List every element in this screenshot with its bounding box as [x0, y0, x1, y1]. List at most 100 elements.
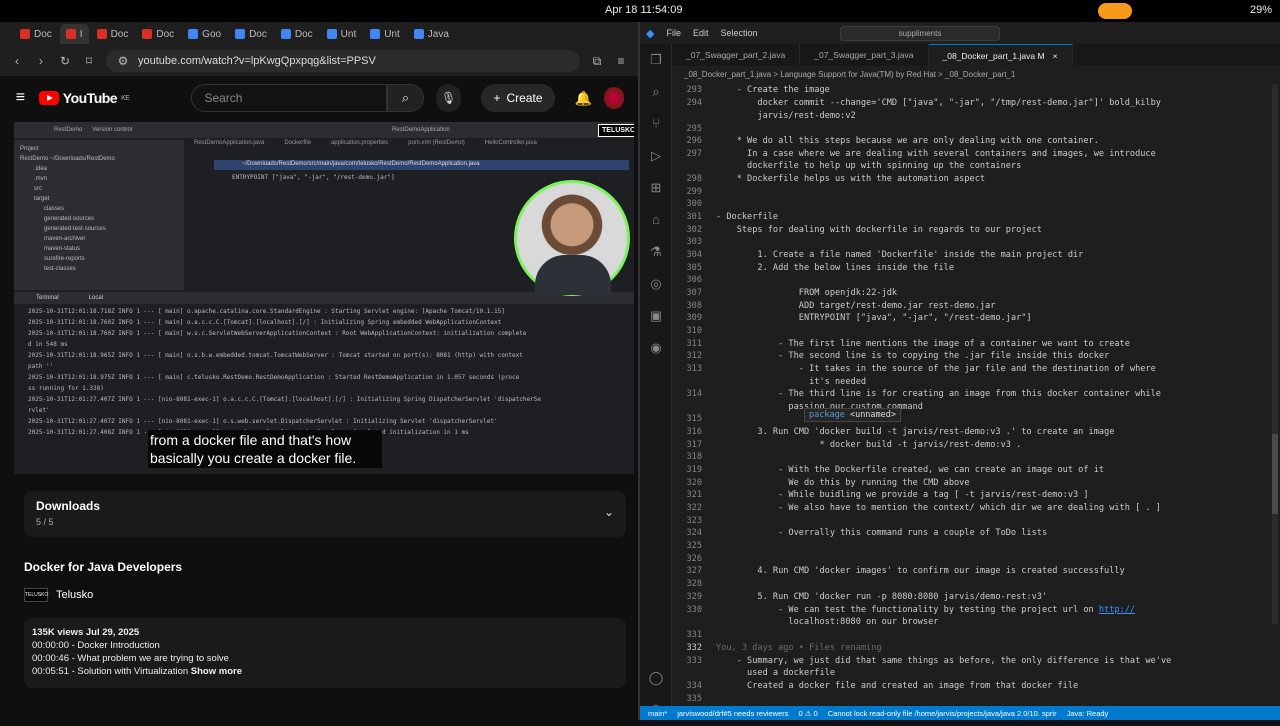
video-description[interactable]: 135K views Jul 29, 2025 00:00:00 - Docke… [24, 618, 626, 688]
status-item[interactable]: 0 ⚠ 0 [799, 709, 818, 718]
code-line[interactable]: 313 - It takes in the source of the jar … [672, 363, 1272, 375]
browser-tab[interactable]: Unt [321, 24, 363, 44]
code-line[interactable]: 293 - Create the image [672, 84, 1272, 96]
code-line[interactable]: 299 [672, 186, 1272, 198]
address-bar[interactable]: ⚙ youtube.com/watch?v=lpKwgQpxpqg&list=P… [106, 50, 580, 72]
menu-file[interactable]: File [666, 28, 681, 38]
code-line[interactable]: 298 * Dockerfile helps us with the autom… [672, 173, 1272, 185]
code-line[interactable]: 306 [672, 274, 1272, 286]
code-line[interactable]: 308 ADD target/rest-demo.jar rest-demo.j… [672, 300, 1272, 312]
forward-icon[interactable]: › [34, 54, 48, 68]
close-icon[interactable]: × [1053, 51, 1058, 61]
create-button[interactable]: + Create [481, 84, 555, 112]
browser-tab[interactable]: Doc [275, 24, 319, 44]
code-line[interactable]: 309 ENTRYPOINT ["java", "-jar", "/rest-d… [672, 312, 1272, 324]
copilot-icon[interactable]: ◉ [640, 332, 672, 364]
status-item[interactable]: jarviswood/drf#5 needs reviewers [677, 709, 788, 718]
code-line[interactable]: 317 * docker build -t jarvis/rest-demo:v… [672, 439, 1272, 451]
docker-icon[interactable]: ▣ [640, 300, 672, 332]
code-line[interactable]: dockerfile to help up with spinning up t… [672, 160, 1272, 172]
command-center-search[interactable]: suppliments [840, 26, 1000, 41]
mic-icon[interactable]: 🎙 [435, 84, 462, 112]
site-info-icon[interactable]: ⚙ [116, 54, 130, 68]
video-player[interactable]: RestDemo Version control RestDemoApplica… [14, 122, 634, 474]
code-line[interactable]: 304 1. Create a file named 'Dockerfile' … [672, 249, 1272, 261]
downloads-panel[interactable]: Downloads 5 / 5 ⌄ [24, 491, 626, 537]
chevron-down-icon[interactable]: ⌄ [604, 505, 614, 519]
url-text[interactable]: youtube.com/watch?v=lpKwgQpxpqg&list=PPS… [138, 55, 376, 67]
browser-tab[interactable]: Doc [14, 24, 58, 44]
browser-tab[interactable]: I [59, 24, 89, 44]
bell-icon[interactable]: 🔔 [575, 90, 592, 107]
chapter-item[interactable]: 00:00:46 - What problem we are trying to… [32, 652, 618, 665]
code-line[interactable]: 300 [672, 198, 1272, 210]
testing-icon[interactable]: ⚗ [640, 236, 672, 268]
remote-icon[interactable]: ⌂ [640, 204, 672, 236]
code-line[interactable]: 333 - Summary, we just did that same thi… [672, 655, 1272, 667]
editor-scrollbar[interactable] [1272, 84, 1278, 624]
extensions-icon[interactable]: ⧉ [590, 54, 604, 69]
editor-tab[interactable]: _07_Swagger_part_3.java [800, 44, 929, 66]
code-line[interactable]: 328 [672, 578, 1272, 590]
code-line[interactable]: 311 - The first line mentions the image … [672, 338, 1272, 350]
search-input[interactable]: Search [191, 84, 388, 112]
code-line[interactable]: 296 * We do all this steps because we ar… [672, 135, 1272, 147]
code-line[interactable]: 312 - The second line is to copying the … [672, 350, 1272, 362]
channel-logo[interactable]: TELUSKO [24, 588, 48, 602]
avatar[interactable] [603, 87, 625, 109]
status-item[interactable]: main* [648, 709, 667, 718]
code-line[interactable]: 334 Created a docker file and created an… [672, 680, 1272, 692]
code-line[interactable]: 316 3. Run CMD 'docker build -t jarvis/r… [672, 426, 1272, 438]
code-line[interactable]: 320 We do this by running the CMD above [672, 477, 1272, 489]
search-icon[interactable]: ⌕ [387, 84, 424, 112]
chapter-item[interactable]: 00:00:00 - Docker Introduction [32, 639, 618, 652]
code-line[interactable]: 319 - With the Dockerfile created, we ca… [672, 464, 1272, 476]
editor-tab[interactable]: _08_Docker_part_1.java M × [928, 44, 1073, 66]
menu-icon[interactable]: ≡ [614, 54, 628, 68]
bookmark-icon[interactable]: ⌑ [82, 54, 96, 68]
extensions-icon[interactable]: ⊞ [640, 172, 672, 204]
browser-tab[interactable]: Doc [229, 24, 273, 44]
code-line[interactable]: 335 [672, 693, 1272, 705]
browser-tab[interactable]: Java [408, 24, 455, 44]
code-line[interactable]: 294 docker commit --change='CMD ["java",… [672, 97, 1272, 109]
code-line[interactable]: 327 4. Run CMD 'docker images' to confir… [672, 565, 1272, 577]
breadcrumb[interactable]: _08_Docker_part_1.java > Language Suppor… [672, 66, 1280, 84]
code-line[interactable]: 326 [672, 553, 1272, 565]
code-line[interactable]: jarvis/rest-demo:v2 [672, 110, 1272, 122]
browser-tab[interactable]: Doc [136, 24, 180, 44]
code-line[interactable]: localhost:8080 on our browser [672, 616, 1272, 628]
code-line[interactable]: 305 2. Add the below lines inside the fi… [672, 262, 1272, 274]
back-icon[interactable]: ‹ [10, 54, 24, 68]
show-more-button[interactable]: Show more [188, 666, 242, 677]
hamburger-icon[interactable]: ≡ [14, 89, 27, 107]
status-item[interactable]: Java: Ready [1067, 709, 1109, 718]
code-line[interactable]: passing our custom command [672, 401, 1272, 413]
browser-tab[interactable]: Goo [182, 24, 227, 44]
browser-tab[interactable]: Doc [91, 24, 135, 44]
channel-name[interactable]: Telusko [56, 589, 93, 601]
code-line[interactable]: 330 - We can test the functionality by t… [672, 604, 1272, 616]
code-line[interactable]: 321 - While buidling we provide a tag [ … [672, 489, 1272, 501]
recording-indicator[interactable] [1098, 3, 1132, 19]
search-icon[interactable]: ⌕ [640, 76, 672, 108]
scrollbar-thumb[interactable] [1272, 434, 1278, 514]
editor-tab[interactable]: _07_Swagger_part_2.java [672, 44, 801, 66]
source-control-icon[interactable]: ⑂ [640, 108, 672, 140]
code-line[interactable]: 315 [672, 413, 1272, 425]
reload-icon[interactable]: ↻ [58, 54, 72, 68]
code-line[interactable]: 301 - Dockerfile [672, 211, 1272, 223]
code-line[interactable]: 325 [672, 540, 1272, 552]
chapter-item[interactable]: 00:05:51 - Solution with Virtualization … [32, 665, 618, 678]
menu-edit[interactable]: Edit [693, 28, 709, 38]
code-line[interactable]: 324 - Overrally this command runs a coup… [672, 527, 1272, 539]
code-line[interactable]: 307 FROM openjdk:22-jdk [672, 287, 1272, 299]
menu-selection[interactable]: Selection [721, 28, 758, 38]
code-editor[interactable]: 293 - Create the image 294 docker commit … [672, 84, 1280, 706]
code-line[interactable]: 331 [672, 629, 1272, 641]
code-line[interactable]: 318 [672, 451, 1272, 463]
code-line[interactable]: 310 [672, 325, 1272, 337]
code-line[interactable]: 314 - The third line is for creating an … [672, 388, 1272, 400]
explorer-icon[interactable]: ❐ [640, 44, 672, 76]
code-line[interactable]: 297 In a case where we are dealing with … [672, 148, 1272, 160]
